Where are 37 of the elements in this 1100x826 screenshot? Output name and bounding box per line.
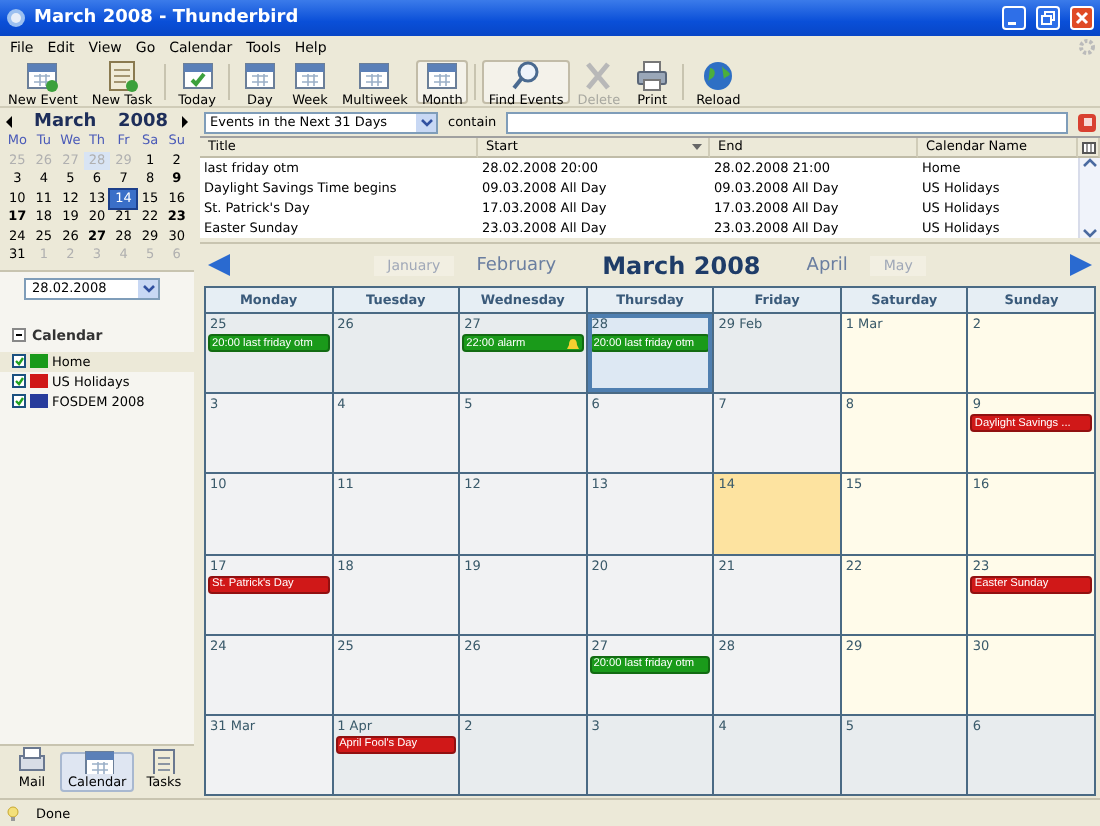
calendar-icon bbox=[356, 57, 393, 91]
lightbulb-icon bbox=[6, 805, 20, 821]
throbber-icon bbox=[1078, 38, 1096, 56]
calendar-icon bbox=[291, 57, 328, 91]
clear-button[interactable] bbox=[1078, 113, 1096, 131]
calendar-icon bbox=[24, 57, 61, 91]
close-icon bbox=[1074, 10, 1090, 26]
window-title: March 2008 - Thunderbird bbox=[34, 8, 301, 28]
dropdown-icon bbox=[141, 283, 155, 293]
checkbox[interactable] bbox=[12, 394, 26, 408]
calendar-icon bbox=[179, 57, 216, 91]
minimize-button[interactable] bbox=[1002, 6, 1026, 30]
calendar-icon bbox=[81, 746, 114, 774]
restore-button[interactable] bbox=[1036, 6, 1060, 30]
dropdown-icon bbox=[419, 117, 433, 127]
column-picker-icon[interactable] bbox=[1081, 141, 1095, 153]
scrollbar[interactable] bbox=[1078, 158, 1100, 238]
clear-icon bbox=[1081, 116, 1093, 128]
calendar-icon bbox=[424, 57, 461, 91]
checkbox[interactable] bbox=[12, 374, 26, 388]
calendar-icon bbox=[241, 57, 278, 91]
prev-month-button[interactable] bbox=[4, 114, 14, 130]
scroll-up-icon bbox=[1082, 158, 1098, 168]
restore-icon bbox=[1040, 10, 1056, 26]
search-field[interactable] bbox=[506, 111, 1068, 133]
app-icon bbox=[6, 8, 26, 28]
checkbox[interactable] bbox=[12, 354, 26, 368]
month-label[interactable]: March bbox=[18, 112, 114, 132]
close-button[interactable] bbox=[1070, 6, 1094, 30]
collapse-icon[interactable] bbox=[12, 328, 26, 342]
globe-icon bbox=[700, 57, 737, 91]
year-label[interactable]: 2008 bbox=[117, 112, 176, 132]
printer-icon bbox=[634, 57, 671, 91]
next-month-button[interactable] bbox=[180, 114, 190, 130]
mail-icon bbox=[16, 746, 48, 774]
scroll-down-icon bbox=[1082, 228, 1098, 238]
month-title: March 2008 bbox=[600, 251, 763, 279]
